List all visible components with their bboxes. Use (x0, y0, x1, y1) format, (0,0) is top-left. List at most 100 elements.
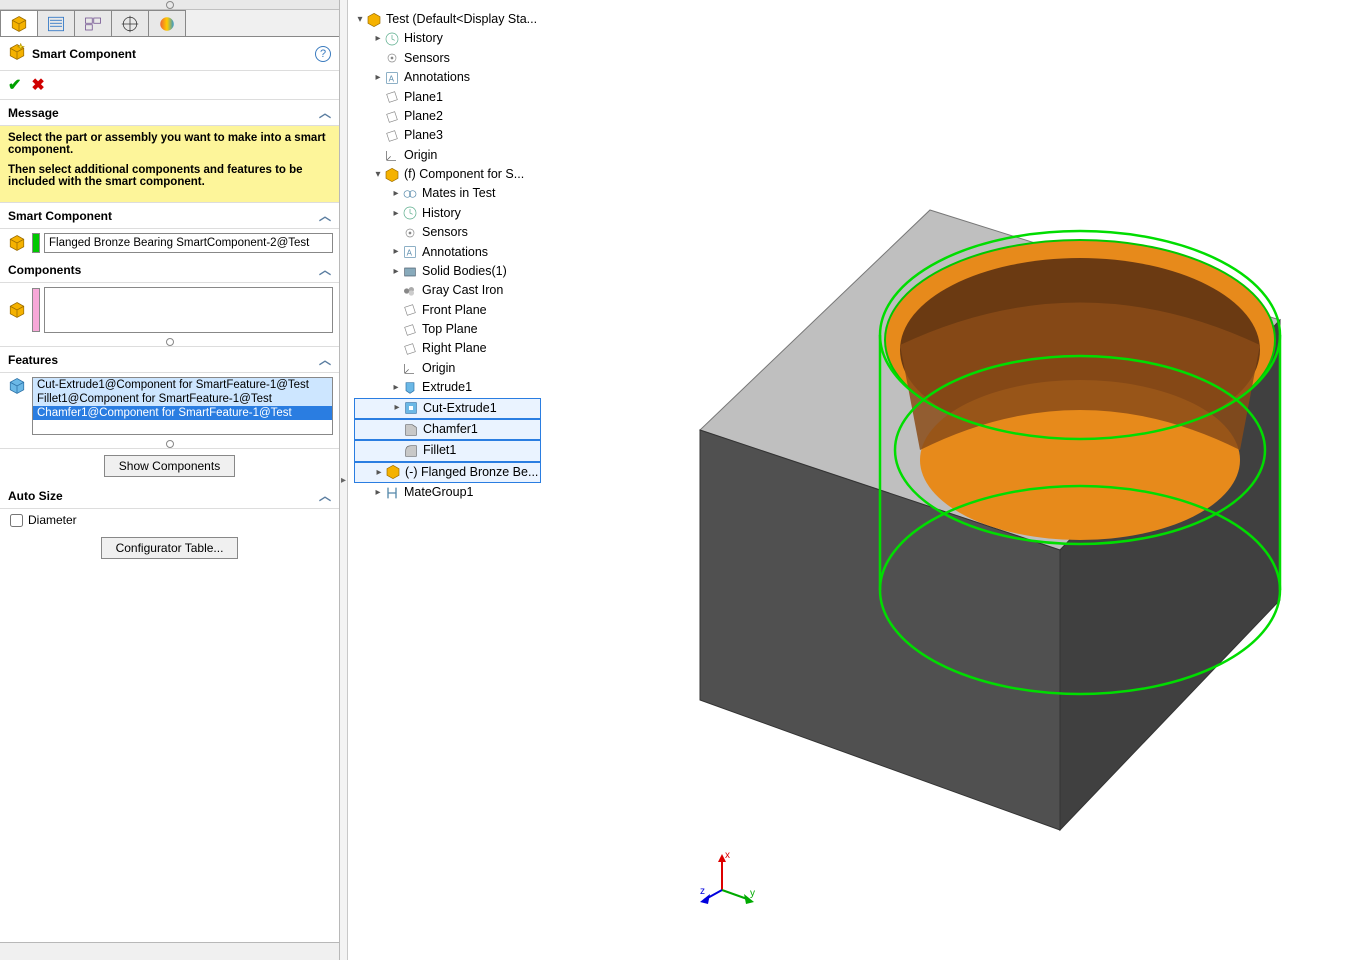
section-message-header[interactable]: Message ︿ (0, 100, 339, 126)
tree-label: Solid Bodies(1) (422, 262, 507, 281)
axis-label-y: y (750, 888, 755, 899)
tree-item-history[interactable]: ▸History (354, 29, 541, 48)
chevron-up-icon: ︿ (319, 487, 331, 504)
graphics-area[interactable]: ▾ Test (Default<Display Sta... ▸History … (340, 0, 1350, 960)
tree-item-plane2[interactable]: Plane2 (354, 107, 541, 126)
part-icon (385, 464, 401, 480)
property-manager-panel: Smart Component ? ✔ ✖ Message ︿ Select t… (0, 0, 340, 960)
tree-item-sensors2[interactable]: Sensors (354, 223, 541, 242)
feature-icon (6, 377, 28, 395)
tree-item-rightplane[interactable]: Right Plane (354, 339, 541, 358)
tree-item-chamfer1[interactable]: Chamfer1 (354, 419, 541, 440)
tree-label: Plane1 (404, 88, 443, 107)
components-listbox[interactable] (44, 287, 333, 333)
chevron-up-icon: ︿ (319, 104, 331, 121)
tree-label: Plane2 (404, 107, 443, 126)
tree-item-sensors[interactable]: Sensors (354, 49, 541, 68)
tree-item-cutextrude1[interactable]: ▸Cut-Extrude1 (354, 398, 541, 419)
cube-icon (10, 15, 28, 33)
tree-label: Origin (404, 146, 437, 165)
section-components-header[interactable]: Components ︿ (0, 257, 339, 283)
tree-label: Right Plane (422, 339, 487, 358)
component-icon (6, 234, 28, 252)
tree-item-component[interactable]: ▾(f) Component for S... (354, 165, 541, 184)
history-icon (402, 205, 418, 221)
show-components-button[interactable]: Show Components (104, 455, 235, 477)
features-field: Cut-Extrude1@Component for SmartFeature-… (0, 373, 339, 439)
ok-button[interactable]: ✔ (8, 75, 21, 95)
tree-item-annotations2[interactable]: ▸AAnnotations (354, 243, 541, 262)
tree-item-origin2[interactable]: Origin (354, 359, 541, 378)
view-triad[interactable]: x y z (700, 850, 760, 910)
tab-dimxpert[interactable] (111, 10, 149, 36)
tree-item-mates[interactable]: ▸Mates in Test (354, 184, 541, 203)
tree-item-topplane[interactable]: Top Plane (354, 320, 541, 339)
status-bar (0, 942, 339, 960)
tree-item-annotations[interactable]: ▸AAnnotations (354, 68, 541, 87)
tree-item-extrude1[interactable]: ▸Extrude1 (354, 378, 541, 397)
tab-configuration-manager[interactable] (74, 10, 112, 36)
tree-label: Extrude1 (422, 378, 472, 397)
tree-root[interactable]: ▾ Test (Default<Display Sta... (354, 10, 541, 29)
features-listbox[interactable]: Cut-Extrude1@Component for SmartFeature-… (32, 377, 333, 435)
tree-label: Test (Default<Display Sta... (386, 10, 537, 29)
list-item-empty[interactable] (33, 420, 332, 434)
tree-item-fillet1[interactable]: Fillet1 (354, 440, 541, 461)
section-autosize-header[interactable]: Auto Size ︿ (0, 483, 339, 509)
smart-component-icon (8, 43, 26, 64)
list-item[interactable]: Cut-Extrude1@Component for SmartFeature-… (33, 378, 332, 392)
collapse-icon[interactable]: ▾ (354, 12, 366, 28)
chevron-up-icon: ︿ (319, 261, 331, 278)
tree-item-frontplane[interactable]: Front Plane (354, 301, 541, 320)
tab-display-manager[interactable] (148, 10, 186, 36)
component-icon (6, 301, 28, 319)
section-resize-grip[interactable] (0, 337, 339, 347)
diameter-label: Diameter (28, 513, 77, 527)
mate-icon (384, 485, 400, 501)
tree-item-plane3[interactable]: Plane3 (354, 126, 541, 145)
svg-text:A: A (407, 249, 413, 258)
feature-tree[interactable]: ▾ Test (Default<Display Sta... ▸History … (354, 10, 541, 502)
tree-item-history2[interactable]: ▸History (354, 204, 541, 223)
tree-item-material[interactable]: Gray Cast Iron (354, 281, 541, 300)
tab-property-manager[interactable] (37, 10, 75, 36)
list-item[interactable]: Fillet1@Component for SmartFeature-1@Tes… (33, 392, 332, 406)
confirm-row: ✔ ✖ (0, 71, 339, 100)
diameter-checkbox[interactable] (10, 514, 23, 527)
tree-item-plane1[interactable]: Plane1 (354, 88, 541, 107)
origin-icon (402, 360, 418, 376)
annotation-icon: A (384, 70, 400, 86)
panel-grip[interactable] (0, 0, 339, 10)
assembly-icon (366, 12, 382, 28)
tree-item-mategroup[interactable]: ▸MateGroup1 (354, 483, 541, 502)
tree-label: Fillet1 (423, 441, 456, 460)
plane-icon (384, 128, 400, 144)
tab-feature-manager[interactable] (0, 10, 38, 36)
tree-label: Front Plane (422, 301, 487, 320)
section-smartcomponent-header[interactable]: Smart Component ︿ (0, 203, 339, 229)
tree-label: Chamfer1 (423, 420, 478, 439)
selection-color-swatch (32, 233, 40, 253)
list-item[interactable]: Chamfer1@Component for SmartFeature-1@Te… (33, 406, 332, 420)
components-field (0, 283, 339, 337)
chamfer-icon (403, 422, 419, 438)
section-features-header[interactable]: Features ︿ (0, 347, 339, 373)
tree-item-bodies[interactable]: ▸Solid Bodies(1) (354, 262, 541, 281)
cut-extrude-icon (403, 400, 419, 416)
mates-icon (402, 186, 418, 202)
tree-label: MateGroup1 (404, 483, 473, 502)
section-resize-grip[interactable] (0, 439, 339, 449)
configurator-table-button[interactable]: Configurator Table... (101, 537, 239, 559)
tree-item-flanged[interactable]: ▸(-) Flanged Bronze Be... (354, 462, 541, 483)
smartcomponent-input[interactable] (44, 233, 333, 253)
body-icon (402, 264, 418, 280)
history-icon (384, 31, 400, 47)
cancel-button[interactable]: ✖ (31, 75, 44, 95)
message-line2: Then select additional components and fe… (8, 164, 331, 188)
tree-item-origin[interactable]: Origin (354, 146, 541, 165)
axis-label-z: z (700, 886, 705, 897)
tree-label: (-) Flanged Bronze Be... (405, 463, 538, 482)
help-icon[interactable]: ? (315, 46, 331, 62)
fillet-icon (403, 443, 419, 459)
diameter-row: Diameter (0, 509, 339, 531)
